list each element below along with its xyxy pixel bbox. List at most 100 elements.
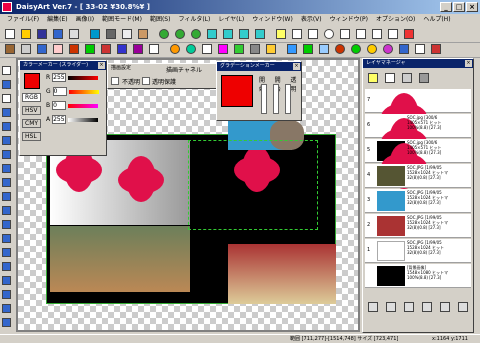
close-icon[interactable]: × [293,63,300,70]
layer-row[interactable]: 1 SOC.JPG [1/99/05 1528×1024 ヒット 32(8)(0… [365,239,471,263]
layer-row[interactable]: [背景画像] 1548×1080 ヒットマ 100%(8.8) [27.3] [365,264,471,288]
visibility-icon[interactable] [437,299,452,314]
line-icon[interactable] [146,41,161,56]
eraser-tool-icon[interactable] [0,190,13,203]
select-all-icon[interactable] [369,26,384,41]
merge-icon[interactable] [365,299,380,314]
emboss-icon[interactable] [364,41,379,56]
layer-row[interactable]: 5 SOC.jpg [300/6 1405×571 ヒット 100%(8.8) … [365,139,471,189]
move-tool-icon[interactable] [0,64,13,77]
wand-tool-icon[interactable] [0,134,13,147]
g-slider[interactable] [68,89,99,94]
gradient-tool-icon[interactable] [0,218,13,231]
b-slider[interactable] [68,103,99,108]
zoom-fit-icon[interactable] [188,26,203,41]
airbrush-tool-icon[interactable] [0,176,13,189]
wand-icon[interactable] [2,41,17,56]
layer-props-icon[interactable] [382,70,397,85]
lock-icon[interactable] [419,299,434,314]
eraser-icon[interactable] [50,41,65,56]
rect-select-tool-icon[interactable] [0,92,13,105]
menu-window2[interactable]: ウィンドウ(P) [327,14,371,25]
maximize-button[interactable]: □ [453,2,465,12]
layer-row[interactable]: 2 SOC.JPG [1/99/05 1528×1024 ヒットマ 32(8)(… [365,214,471,238]
cut-icon[interactable] [103,26,118,41]
lasso-icon[interactable] [353,26,368,41]
effect-icon[interactable] [300,41,315,56]
layer-row[interactable]: 4 SOC.JPG [1/99/05 1528×1024 ヒットマ 32(8)(… [365,164,471,188]
menu-filter[interactable]: フィルタ(L) [175,14,213,25]
palette-icon[interactable] [167,41,182,56]
menu-edit[interactable]: 編集(E) [44,14,70,25]
trash-icon[interactable] [455,299,470,314]
select-tool-icon[interactable] [0,78,13,91]
layer-copy-icon[interactable] [252,26,267,41]
a-slider[interactable] [68,117,99,122]
flip-icon[interactable] [348,41,363,56]
clone-icon[interactable] [18,41,33,56]
undo-icon[interactable] [87,26,102,41]
opaque-checkbox[interactable] [111,77,119,85]
layer-add-icon[interactable] [236,26,251,41]
clone-tool-icon[interactable] [0,274,13,287]
pencil-tool-icon[interactable] [0,148,13,161]
mode-rgb[interactable]: RGB [22,93,42,102]
layer-up-icon[interactable] [204,26,219,41]
select-cancel-icon[interactable] [401,26,416,41]
selection-marquee[interactable] [188,140,318,230]
ellipse-select-tool-icon[interactable] [0,106,13,119]
mode-hsl[interactable]: HSL [22,132,42,141]
layer-row[interactable]: 7 [365,89,471,139]
layer-down-icon[interactable] [220,26,235,41]
print-icon[interactable] [66,26,81,41]
mosaic-icon[interactable] [130,41,145,56]
lasso-tool-icon[interactable] [0,120,13,133]
filter-icon[interactable] [231,41,246,56]
gradient-slider-3[interactable] [285,84,291,114]
current-color-swatch[interactable] [24,73,40,89]
rotate-icon[interactable] [332,41,347,56]
brush-tool-icon[interactable] [0,162,13,175]
select-invert-icon[interactable] [385,26,400,41]
contrast-icon[interactable] [247,41,262,56]
color-icon[interactable] [82,41,97,56]
hue-icon[interactable] [183,41,198,56]
zoom-in-icon[interactable] [156,26,171,41]
square-icon[interactable] [305,26,320,41]
fill-tool-icon[interactable] [0,204,13,217]
frame-icon[interactable] [273,26,288,41]
save-as-icon[interactable] [50,26,65,41]
menu-layer[interactable]: レイヤ(L) [215,14,247,25]
new-icon[interactable] [2,26,17,41]
layer-row[interactable]: 6 SOC.jpg [300/6 1405×571 ヒット 100%(8.8) … [365,114,471,164]
layer-settings-icon[interactable] [416,70,431,85]
close-icon[interactable]: × [465,60,472,67]
rect-icon[interactable] [289,26,304,41]
mask-icon[interactable] [401,299,416,314]
menu-options[interactable]: オプション(O) [373,14,418,25]
duplicate-icon[interactable] [383,299,398,314]
grid-icon[interactable] [199,41,214,56]
text-icon[interactable] [114,41,129,56]
copy-icon[interactable] [119,26,134,41]
menu-file[interactable]: ファイル(F) [4,14,42,25]
menu-range-mode[interactable]: 範囲モード(M) [99,14,145,25]
r-value[interactable]: 255 [52,73,67,82]
fill-icon[interactable] [412,41,427,56]
gradient-icon[interactable] [98,41,113,56]
line-tool-icon[interactable] [0,246,13,259]
r-slider[interactable] [68,75,99,80]
menu-image[interactable]: 画像(I) [73,14,97,25]
spectrum-icon[interactable] [215,41,230,56]
erase-all-icon[interactable] [428,41,443,56]
save-icon[interactable] [34,26,49,41]
zoom-tool-icon[interactable] [0,302,13,315]
brush-icon[interactable] [66,41,81,56]
menu-help[interactable]: ヘルプ(H) [420,14,453,25]
menu-range[interactable]: 範囲(S) [147,14,174,25]
menu-window[interactable]: ウィンドウ(W) [249,14,296,25]
mode-cmy[interactable]: CMY [22,119,42,128]
close-button[interactable]: × [466,2,478,12]
ellipse-icon[interactable] [321,26,336,41]
layer-panel-icon[interactable] [284,41,299,56]
